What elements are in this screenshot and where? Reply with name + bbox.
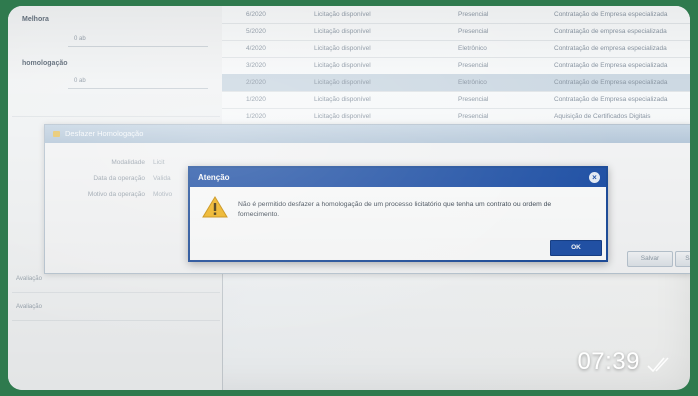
close-icon[interactable]: × (589, 172, 600, 183)
alert-titlebar[interactable]: Atenção × (190, 168, 606, 187)
cell-status: Licitação disponível (314, 79, 371, 86)
table-row[interactable]: 1/2020 Licitação disponível Presencial C… (222, 91, 690, 109)
cell-desc: Contratação de Empresa especializada (554, 96, 668, 103)
table-row-selected[interactable]: 2/2020 Licitação disponível Eletrônico C… (222, 74, 690, 92)
modalidade-value: Licit (153, 159, 165, 166)
cell-desc: Contratação de Empresa especializada (554, 11, 668, 18)
cell-date: 6/2020 (246, 11, 266, 18)
cell-date: 5/2020 (246, 28, 266, 35)
table-row[interactable]: 5/2020 Licitação disponível Presencial C… (222, 23, 690, 41)
list-item[interactable]: Avaliação (12, 276, 220, 293)
melhora-field-value: 0 ab (74, 36, 86, 42)
cell-date: 1/2020 (246, 113, 266, 120)
cell-date: 2/2020 (246, 79, 266, 86)
alert-dialog: Atenção × Não é permitido desfazer a hom… (188, 166, 608, 262)
cell-date: 3/2020 (246, 62, 266, 69)
process-grid: 6/2020 Licitação disponível Presencial C… (222, 6, 690, 126)
message-time: 07:39 (577, 348, 640, 375)
alert-message: Não é permitido desfazer a homologação d… (238, 201, 552, 218)
dialog-title: Desfazer Homologação (65, 129, 144, 138)
cell-desc: Contratação de empresa especializada (554, 28, 667, 35)
section-homologacao-label: homologação (22, 60, 68, 67)
table-row[interactable]: 3/2020 Licitação disponível Presencial C… (222, 57, 690, 75)
section-melhora-label: Melhora (22, 16, 49, 23)
melhora-field[interactable]: 0 ab (68, 36, 208, 47)
cell-date: 4/2020 (246, 45, 266, 52)
cell-type: Eletrônico (458, 45, 487, 52)
cell-desc: Contratação de Empresa especializada (554, 79, 668, 86)
list-item[interactable]: Avaliação (12, 304, 220, 321)
folder-icon (53, 131, 60, 137)
cell-status: Licitação disponível (314, 45, 371, 52)
cell-status: Licitação disponível (314, 11, 371, 18)
cell-type: Presencial (458, 113, 489, 120)
cell-type: Presencial (458, 62, 489, 69)
data-operacao-label: Data da operação (93, 175, 145, 182)
list-item[interactable] (12, 100, 220, 117)
modalidade-label: Modalidade (111, 159, 145, 166)
cell-type: Presencial (458, 28, 489, 35)
exit-button[interactable]: Sair (675, 251, 690, 267)
motivo-operacao-field[interactable]: Motivo (153, 191, 172, 198)
alert-title: Atenção (198, 173, 230, 182)
cell-status: Licitação disponível (314, 28, 371, 35)
homologacao-field-value: 0 ab (74, 78, 86, 84)
cell-desc: Contratação de empresa especializada (554, 45, 667, 52)
warning-icon (202, 196, 228, 218)
dialog-titlebar[interactable]: Desfazer Homologação (45, 125, 690, 143)
cell-desc: Contratação de Empresa especializada (554, 62, 668, 69)
cell-type: Presencial (458, 11, 489, 18)
cell-type: Presencial (458, 96, 489, 103)
cell-date: 1/2020 (246, 96, 266, 103)
cell-status: Licitação disponível (314, 96, 371, 103)
homologacao-field[interactable]: 0 ab (68, 78, 208, 89)
cell-type: Eletrônico (458, 79, 487, 86)
read-ticks-icon (647, 357, 669, 373)
table-row[interactable]: 4/2020 Licitação disponível Eletrônico C… (222, 40, 690, 58)
cell-status: Licitação disponível (314, 62, 371, 69)
table-row[interactable]: 6/2020 Licitação disponível Presencial C… (222, 6, 690, 24)
save-button[interactable]: Salvar (627, 251, 673, 267)
motivo-operacao-label: Motivo da operação (87, 191, 145, 198)
cell-desc: Aquisição de Certificados Digitais (554, 113, 651, 120)
data-operacao-field[interactable]: Valida (153, 175, 171, 182)
cell-status: Licitação disponível (314, 113, 371, 120)
screen-photo: Melhora 0 ab homologação 0 ab Avaliação … (8, 6, 690, 390)
ok-button[interactable]: OK (550, 240, 602, 256)
